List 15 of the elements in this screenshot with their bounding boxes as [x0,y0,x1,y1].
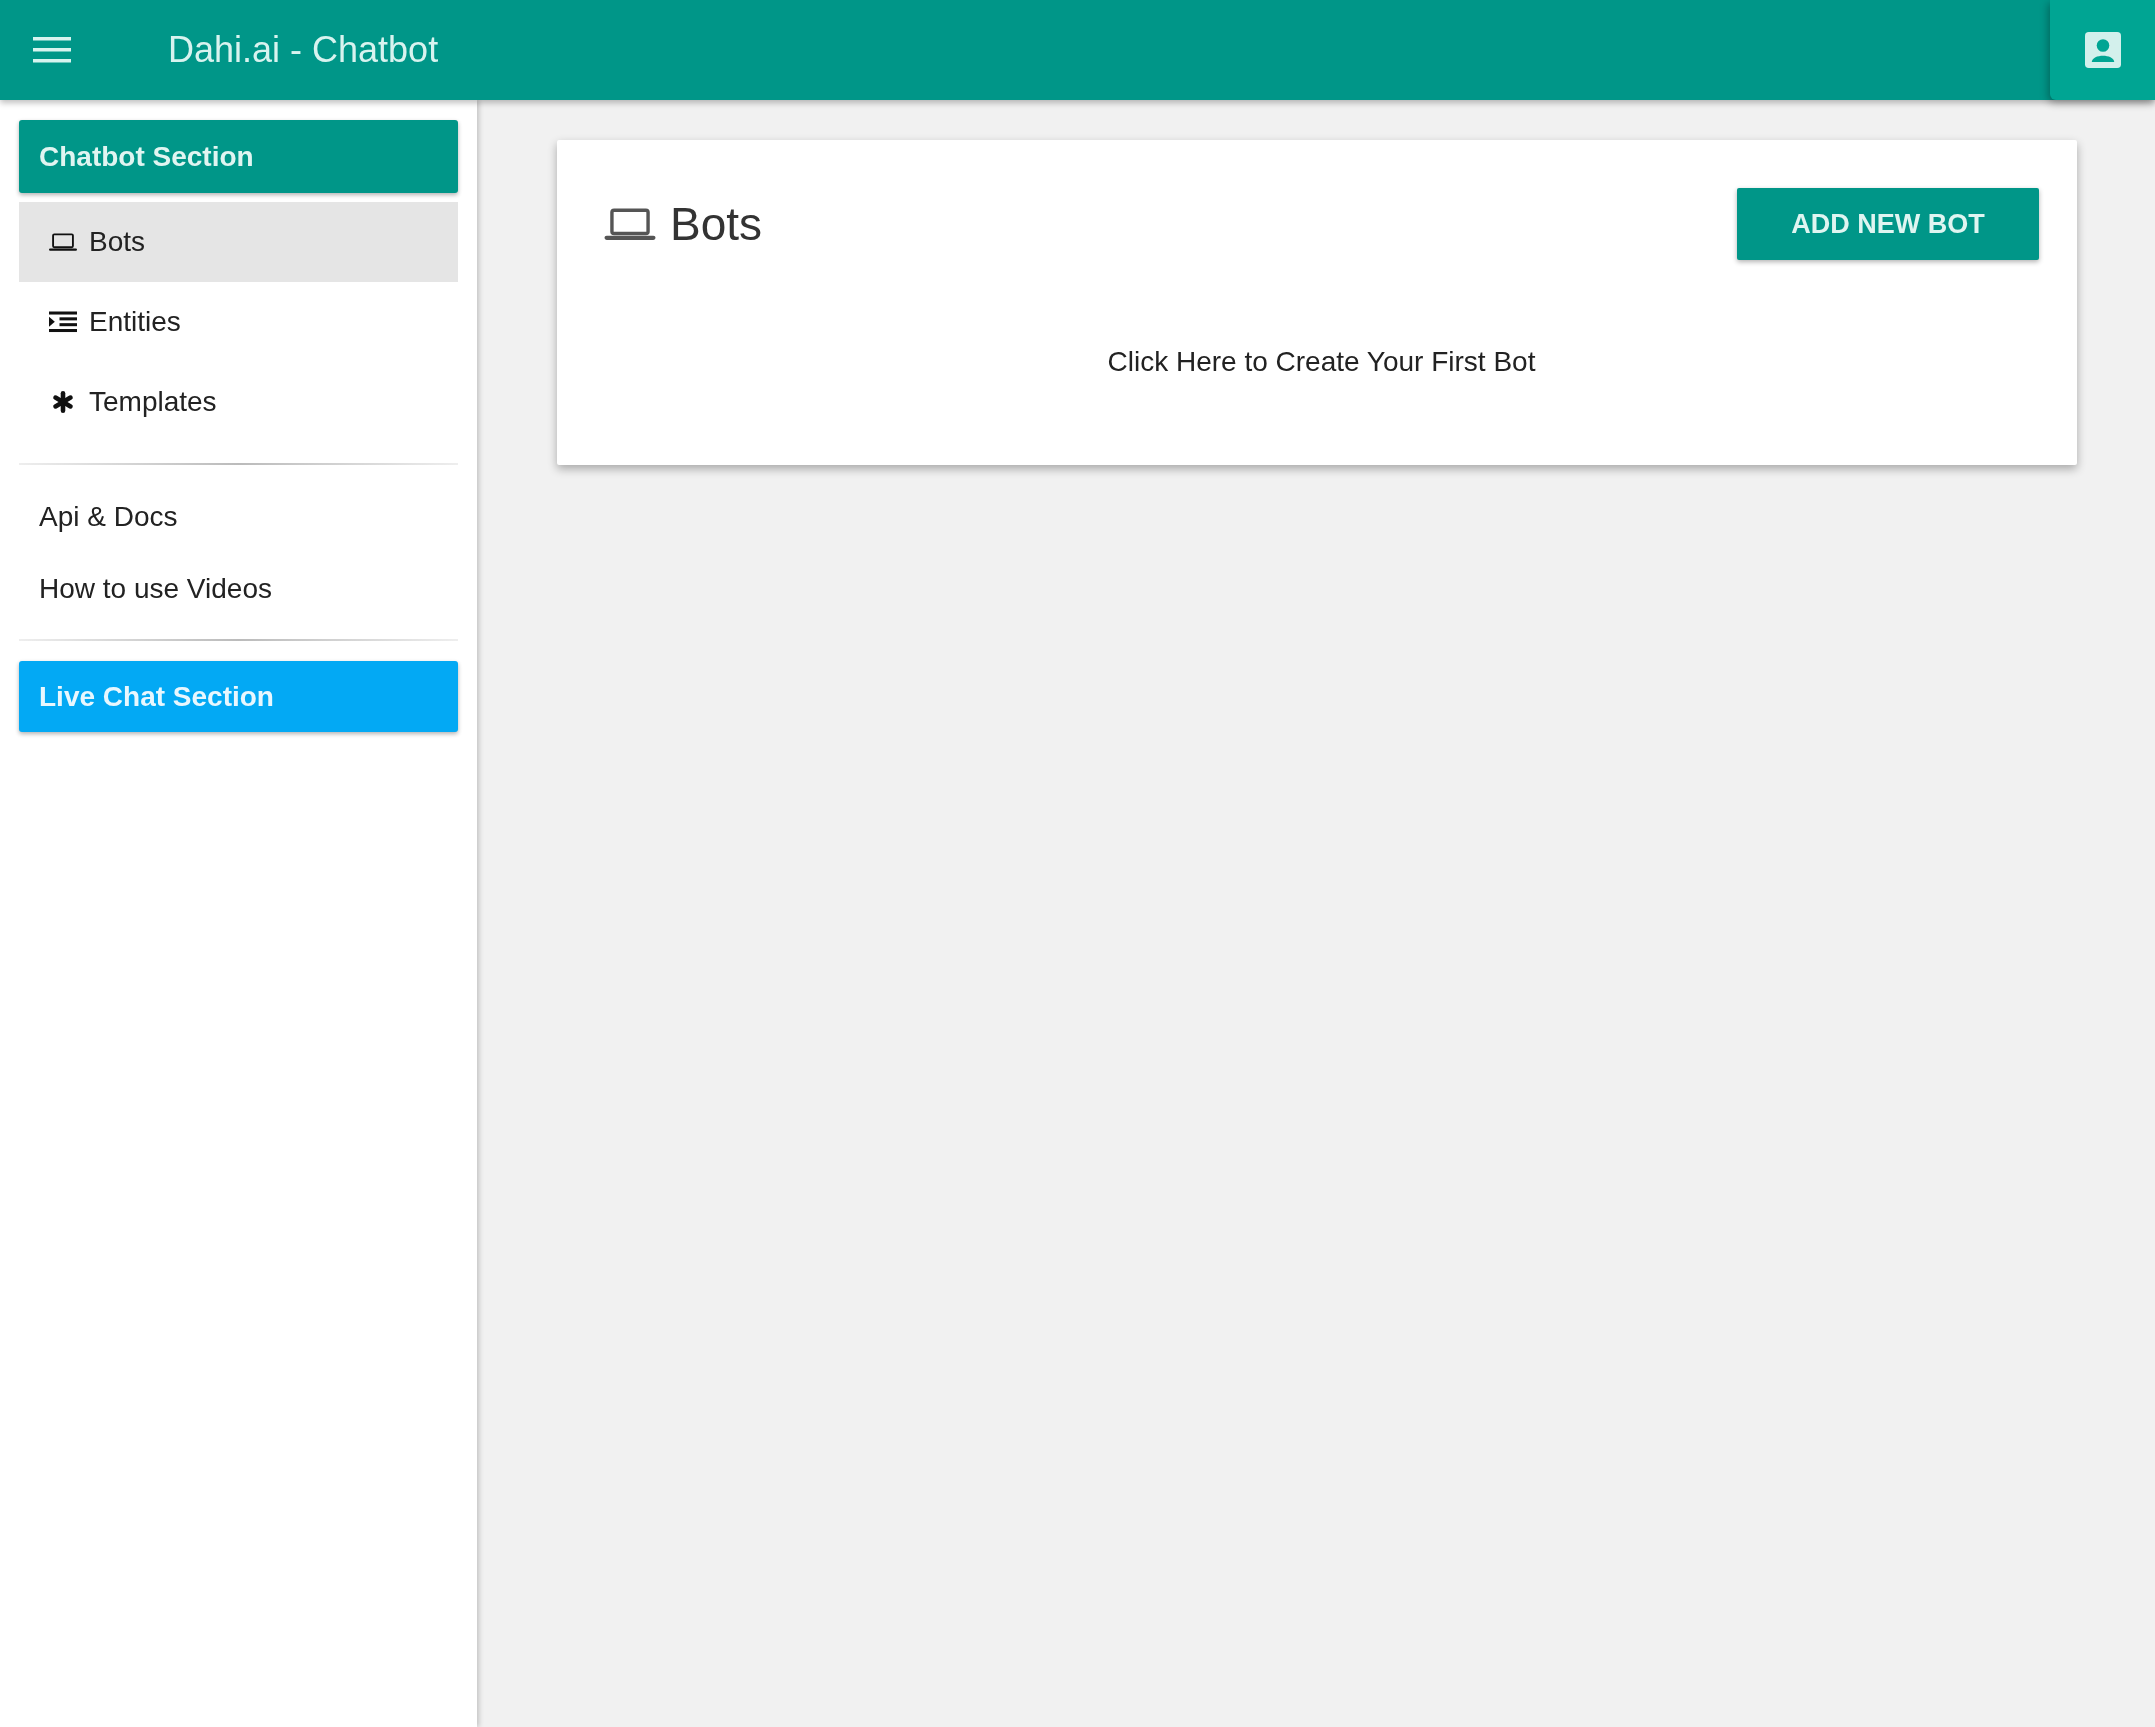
laptop-icon [49,231,77,253]
indent-list-icon [49,311,77,333]
menu-icon[interactable] [33,37,71,63]
account-icon [2084,32,2121,68]
card-title: Bots [670,197,763,251]
sidebar-item[interactable]: Entities [19,282,458,362]
section-header: Chatbot Section [19,120,458,193]
app-title: Dahi.ai - Chatbot [168,29,439,71]
sidebar-link[interactable]: Api & Docs [19,481,458,553]
create-bot-link[interactable]: Click Here to Create Your First Bot [1107,346,1536,377]
sidebar-link[interactable]: How to use Videos [19,553,458,625]
sidebar-item[interactable]: Templates [19,362,458,442]
laptop-icon [604,207,656,241]
account-button[interactable] [2050,0,2155,100]
sidebar-item[interactable]: Bots [19,202,458,282]
